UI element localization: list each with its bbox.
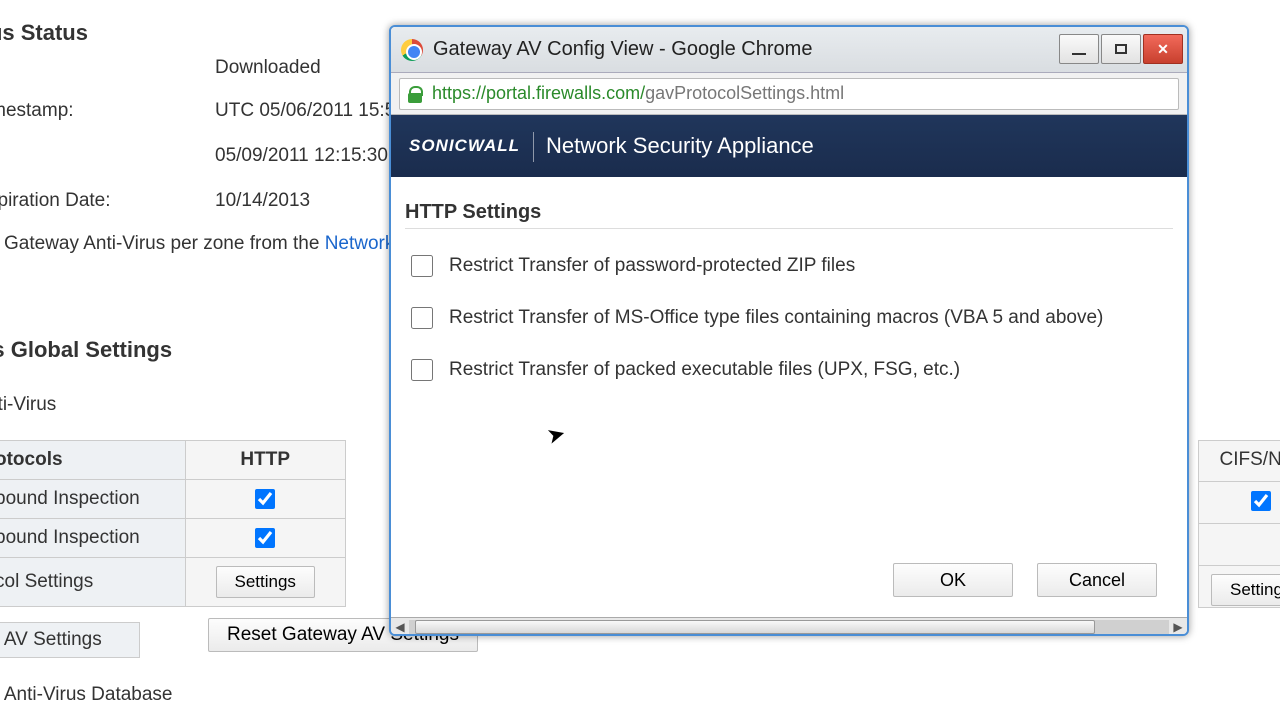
http-settings-button[interactable]: Settings [216,566,315,598]
restrict-zip-checkbox[interactable] [411,255,433,277]
restrict-packed-checkbox[interactable] [411,359,433,381]
horizontal-scrollbar[interactable]: ◀ ▶ [391,617,1187,635]
sonicwall-logo: SONICWALL [409,136,520,156]
protocols-h-cifs: CIFS/Netl [1198,440,1280,482]
status-label-1: se: [0,57,190,79]
url-path-part: gavProtocolSettings.html [645,83,844,104]
zone-note: Gateway Anti-Virus per zone from the Net… [4,233,428,255]
cloud-av-label: Cloud Anti-Virus Database [0,684,173,706]
cifs-inbound-checkbox[interactable] [1251,491,1271,511]
status-value-4: 10/14/2013 [215,190,310,212]
zone-note-prefix: Gateway Anti-Virus per zone from the [4,233,325,254]
chrome-popup-window: Gateway AV Config View - Google Chrome ✕… [389,25,1189,636]
restrict-macro-label: Restrict Transfer of MS-Office type file… [449,307,1103,329]
scroll-track[interactable] [409,620,1169,634]
minimize-button[interactable] [1059,34,1099,64]
http-outbound-checkbox[interactable] [255,528,275,548]
reset-row-label: teway AV Settings [0,622,140,658]
appliance-title: Network Security Appliance [546,133,814,159]
protocols-h-http: HTTP [185,441,345,480]
cifs-settings-button[interactable]: Settings [1211,574,1280,606]
http-inbound-checkbox[interactable] [255,489,275,509]
dialog-content: HTTP Settings Restrict Transfer of passw… [391,177,1187,617]
status-value-2: UTC 05/06/2011 15:55 [215,100,406,122]
ok-button[interactable]: OK [893,563,1013,597]
window-title: Gateway AV Config View - Google Chrome [433,38,812,61]
protocols-table: otocols HTTP bound Inspection bound Insp… [0,440,346,607]
option-zip-row[interactable]: Restrict Transfer of password-protected … [411,255,1173,277]
url-secure-part: https://portal.firewalls.com/ [432,83,645,104]
row-outbound-label: bound Inspection [0,519,185,558]
status-label-4: us Expiration Date: [0,190,190,212]
lock-icon [408,86,422,102]
status-value-1: Downloaded [215,57,321,79]
scroll-thumb[interactable] [415,620,1095,634]
maximize-button[interactable] [1101,34,1141,64]
address-bar: https://portal.firewalls.com/gavProtocol… [391,73,1187,115]
row-inbound-label: bound Inspection [0,480,185,519]
url-field[interactable]: https://portal.firewalls.com/gavProtocol… [399,78,1179,110]
protocols-h0: otocols [0,441,185,480]
restrict-packed-label: Restrict Transfer of packed executable f… [449,359,960,381]
restrict-zip-label: Restrict Transfer of password-protected … [449,255,855,277]
anti-virus-label: ay Anti-Virus [0,394,56,416]
scroll-left-arrow[interactable]: ◀ [391,618,409,636]
cifs-column: CIFS/Netl Settings [1198,440,1280,608]
option-macro-row[interactable]: Restrict Transfer of MS-Office type file… [411,307,1173,329]
cancel-button[interactable]: Cancel [1037,563,1157,597]
status-label-2: se Timestamp: [0,100,190,122]
chrome-icon [401,39,423,61]
row-settings-label: col Settings [0,558,185,607]
option-packed-row[interactable]: Restrict Transfer of packed executable f… [411,359,1173,381]
scroll-right-arrow[interactable]: ▶ [1169,618,1187,636]
window-titlebar[interactable]: Gateway AV Config View - Google Chrome ✕ [391,27,1187,73]
heading-divider [405,228,1173,229]
close-button[interactable]: ✕ [1143,34,1183,64]
restrict-macro-checkbox[interactable] [411,307,433,329]
status-value-3: 05/09/2011 12:15:30. [215,145,393,167]
branding-bar: SONICWALL Network Security Appliance [391,115,1187,177]
http-settings-heading: HTTP Settings [405,201,1173,224]
section-global-settings-heading: Virus Global Settings [0,337,172,363]
section-virus-status-heading: Virus Status [0,20,88,46]
